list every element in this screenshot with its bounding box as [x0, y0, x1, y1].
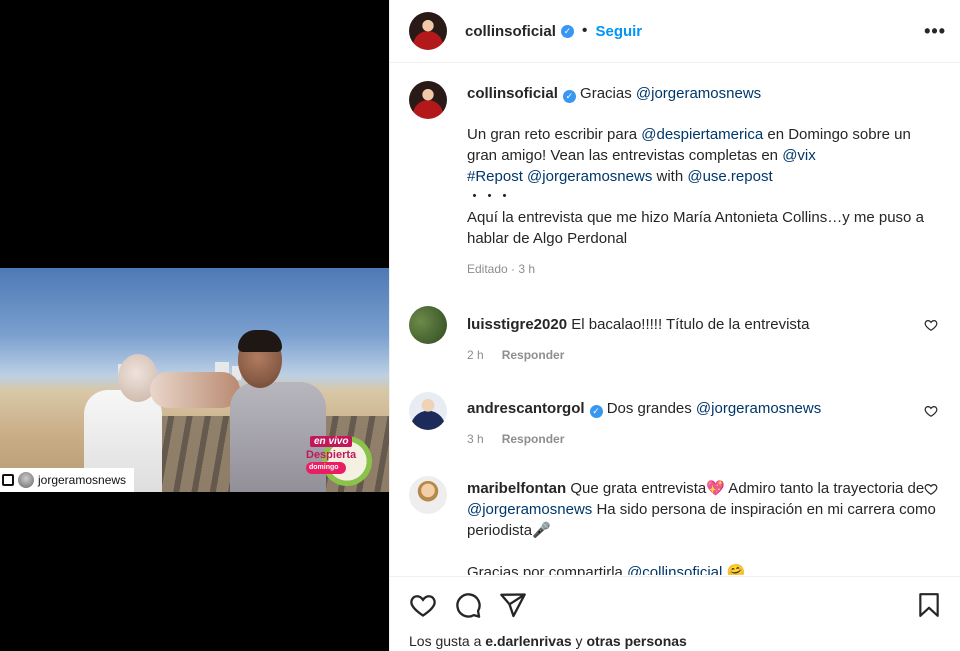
- avatar[interactable]: [409, 306, 447, 344]
- comment: luisstigre2020 El bacalao!!!!! Título de…: [409, 306, 942, 366]
- caption-meta: Editado · 3 h: [467, 262, 536, 276]
- microphone-emoji: 🎤: [532, 522, 551, 539]
- video-frame[interactable]: en vivo Despierta domingo jorgeramosnews: [0, 268, 389, 492]
- comments-scroll[interactable]: collinsoficial ✓ Gracias @jorgeramosnews …: [390, 63, 960, 575]
- hashtag-link[interactable]: #Repost: [467, 168, 523, 185]
- like-heart-icon[interactable]: [409, 591, 437, 619]
- caption-text: Aquí la entrevista que me hizo María Ant…: [467, 209, 924, 247]
- comment-username[interactable]: andrescantorgol: [467, 400, 585, 417]
- mention-link[interactable]: @vix: [782, 147, 816, 164]
- separator-dot: •: [581, 22, 588, 39]
- save-bookmark-icon[interactable]: [916, 591, 942, 619]
- post-header: collinsoficial ✓ • Seguir •••: [390, 0, 960, 63]
- like-comment-heart-icon[interactable]: [924, 482, 938, 496]
- avatar: [18, 472, 34, 488]
- comment-text: Que grata entrevista: [570, 480, 707, 497]
- caption-username[interactable]: collinsoficial: [467, 85, 558, 102]
- caption-text: Gracias: [580, 85, 636, 102]
- comment-username[interactable]: maribelfontan: [467, 480, 566, 497]
- mention-link[interactable]: @jorgeramosnews: [527, 168, 652, 185]
- reply-button[interactable]: Responder: [502, 429, 565, 450]
- comment-icon[interactable]: [454, 591, 482, 619]
- avatar[interactable]: [409, 476, 447, 514]
- mention-link[interactable]: @collinsoficial: [627, 564, 722, 575]
- caption-text: Un gran reto escribir para: [467, 126, 642, 143]
- show-logo: en vivo Despierta domingo: [302, 436, 374, 492]
- avatar[interactable]: [409, 12, 447, 50]
- repost-tag-username: jorgeramosnews: [38, 473, 127, 487]
- like-comment-heart-icon[interactable]: [924, 404, 938, 418]
- caption: collinsoficial ✓ Gracias @jorgeramosnews …: [409, 81, 942, 280]
- mention-link[interactable]: @use.repost: [687, 168, 772, 185]
- liker-username[interactable]: e.darlenrivas: [485, 633, 571, 649]
- likes-summary: Los gusta a e.darlenrivas y otras person…: [409, 633, 687, 649]
- comment-username[interactable]: luisstigre2020: [467, 316, 567, 333]
- comment-time: 3 h: [467, 432, 484, 446]
- comment-text: Dos grandes: [606, 400, 696, 417]
- comment-text: Admiro tanto la trayectoria de: [724, 480, 925, 497]
- verified-icon: ✓: [562, 90, 576, 103]
- comment: maribelfontan Que grata entrevista💖 Admi…: [409, 476, 942, 575]
- repost-icon: [2, 474, 14, 486]
- other-likers-link[interactable]: otras personas: [586, 633, 686, 649]
- share-send-icon[interactable]: [499, 591, 527, 619]
- reply-button[interactable]: Responder: [502, 345, 565, 366]
- verified-icon: ✓: [560, 24, 574, 38]
- comment-time: 2 h: [467, 348, 484, 362]
- verified-icon: ✓: [589, 405, 603, 418]
- post-media[interactable]: en vivo Despierta domingo jorgeramosnews: [0, 0, 389, 651]
- caption-text: with: [652, 168, 688, 185]
- post-panel: collinsoficial ✓ • Seguir ••• collinsofi…: [389, 0, 960, 651]
- more-options-icon[interactable]: •••: [924, 21, 946, 42]
- follow-button[interactable]: Seguir: [595, 23, 642, 40]
- comment-text: El bacalao!!!!! Título de la entrevista: [571, 316, 810, 333]
- mention-link[interactable]: @jorgeramosnews: [636, 85, 761, 102]
- hug-emoji: 🤗: [726, 564, 746, 575]
- mention-link[interactable]: @jorgeramosnews: [467, 501, 592, 518]
- avatar[interactable]: [409, 81, 447, 119]
- comment: andrescantorgol ✓ Dos grandes @jorgeramos…: [409, 392, 942, 450]
- mention-link[interactable]: @despiertamerica: [641, 126, 763, 143]
- repost-tag[interactable]: jorgeramosnews: [0, 468, 135, 492]
- post-actions: Los gusta a e.darlenrivas y otras person…: [390, 576, 960, 651]
- mention-link[interactable]: @jorgeramosnews: [696, 400, 821, 417]
- avatar[interactable]: [409, 392, 447, 430]
- heart-emoji: 💖: [706, 480, 725, 497]
- caption-dots: ・・・: [467, 188, 513, 205]
- username[interactable]: collinsoficial: [465, 23, 556, 40]
- like-comment-heart-icon[interactable]: [924, 318, 938, 332]
- comment-text: Gracias por compartirla: [467, 564, 628, 575]
